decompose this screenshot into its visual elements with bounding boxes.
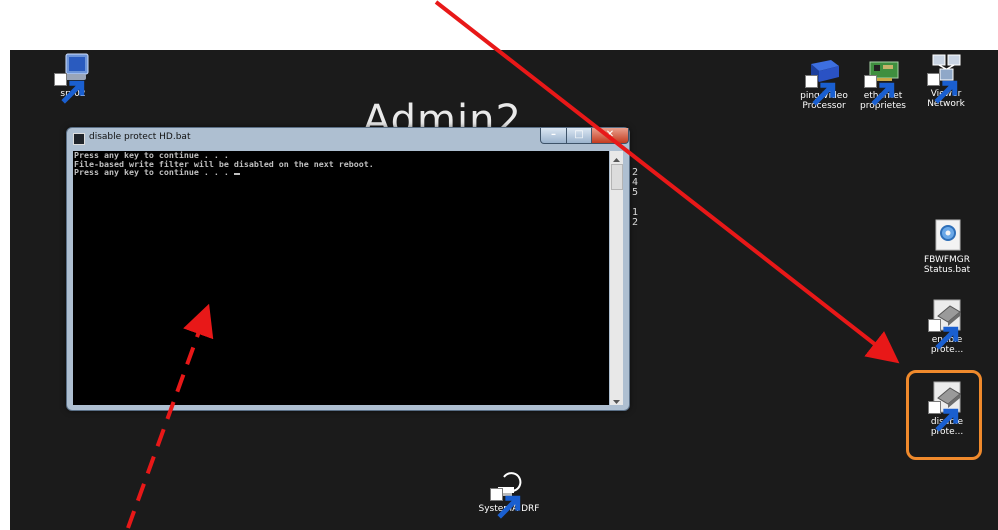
annotation-arrows bbox=[126, 0, 900, 529]
dashed-arrow bbox=[126, 303, 214, 529]
solid-arrow bbox=[434, 0, 900, 364]
